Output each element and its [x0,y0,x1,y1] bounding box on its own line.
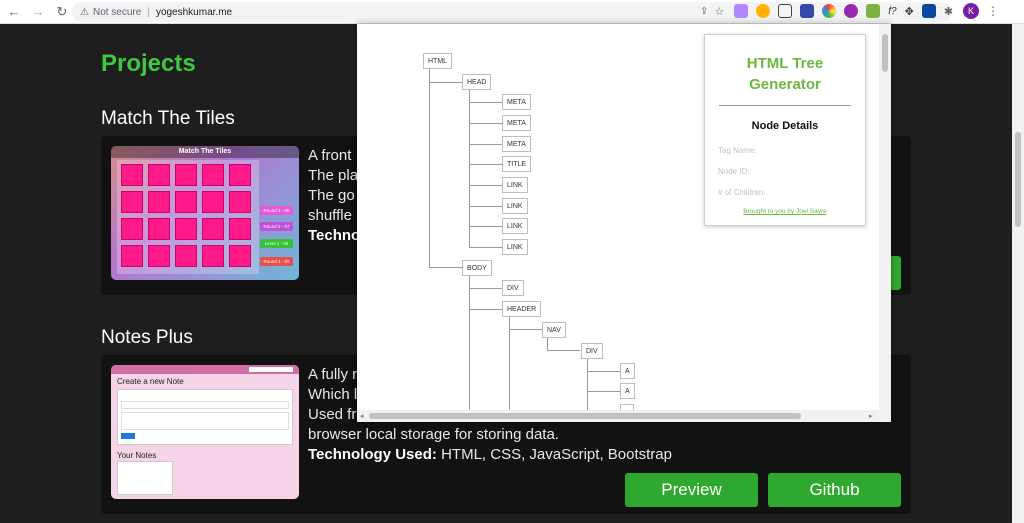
thumbnail-note-card [117,461,173,495]
tile-grid [117,160,259,274]
children-count-field: # of Children: [718,188,766,197]
share-icon[interactable]: ⇪ [700,6,708,17]
tree-node[interactable]: META [502,94,531,110]
extension-icon[interactable] [734,4,749,18]
scroll-left-icon[interactable]: ◂ [360,412,364,420]
page-scrollbar[interactable] [1012,24,1024,523]
tree-node[interactable]: LINK [502,177,528,193]
extension-icon[interactable] [800,4,815,18]
extensions-bar: ⇪ ☆ f? ✥ ✱ K ⋮ [700,3,999,19]
section-title: Projects [101,50,196,77]
puzzle-icon[interactable]: ✱ [944,5,953,18]
extension-icon[interactable] [756,4,771,18]
tree-canvas: HTML HEAD META META META TITLE LINK LINK… [357,24,879,410]
project-thumbnail: Create a new Note Your Notes [111,365,299,499]
node-id-field: Node ID: [718,167,750,176]
panel-title: HTML Tree Generator [746,55,824,93]
preview-button[interactable]: Preview [625,473,758,507]
extension-icon[interactable] [921,4,936,18]
popup-vertical-scrollbar[interactable] [879,24,891,410]
tree-node[interactable]: A [620,383,635,399]
browser-toolbar: ← → ↻ ⚠ Not secure | yogeshkumar.me ⇪ ☆ … [0,0,1024,24]
thumbnail-title: Match The Tiles [111,146,299,158]
address-separator: | [147,6,150,18]
tree-node[interactable]: DIV [502,280,524,296]
tree-node[interactable]: NAV [542,322,566,338]
tree-node[interactable]: DIV [581,343,603,359]
tech-label: Techno [308,227,361,244]
thumbnail-heading: Your Notes [117,451,157,460]
scrollbar-thumb[interactable] [369,413,801,419]
url-text: yogeshkumar.me [155,6,233,18]
profile-avatar[interactable]: K [963,3,980,19]
tree-node[interactable]: HTML [423,53,453,69]
menu-icon[interactable]: ⋮ [987,4,999,18]
tree-node[interactable]: LINK [502,239,528,255]
bookmark-star-icon[interactable]: ☆ [714,5,724,18]
thumbnail-search [249,367,293,372]
tree-generator-popup: HTML HEAD META META META TITLE LINK LINK… [357,24,891,422]
tech-value: HTML, CSS, JavaScript, Bootstrap [436,446,672,463]
tree-node[interactable]: A [620,363,635,379]
screenshot-icon[interactable] [778,4,793,18]
tree-node[interactable]: TITLE [502,156,532,172]
project-thumbnail: Match The Tiles Round 1 - 00 Round 2 - 0… [111,146,299,280]
scroll-right-icon[interactable]: ▸ [869,412,873,420]
mini-score: Level 1 - 05 [260,239,293,248]
move-icon[interactable]: ✥ [905,5,914,18]
tree-node[interactable]: BODY [462,260,492,276]
tree-node[interactable]: META [502,115,531,131]
tree-node[interactable]: HEADER [502,301,542,317]
tree-node[interactable]: LINK [502,198,528,214]
popup-horizontal-scrollbar[interactable]: ◂ ▸ [357,410,891,422]
tree-node[interactable]: META [502,136,531,152]
tree-node[interactable]: LINK [502,218,528,234]
extension-icon[interactable] [844,4,859,18]
security-label: Not secure [92,6,142,18]
scrollbar-thumb[interactable] [882,34,888,72]
back-icon[interactable]: ← [4,2,24,22]
project-title: Notes Plus [101,327,193,348]
color-picker-icon[interactable] [822,4,837,18]
forward-icon[interactable]: → [28,2,48,22]
project-title: Match The Tiles [101,108,235,129]
details-heading: Node Details [751,120,819,132]
mini-score: Round 1 - 00 [260,206,293,215]
warning-icon: ⚠ [80,6,89,18]
extension-icon[interactable] [866,4,881,18]
node-details-panel: HTML Tree Generator Node Details Tag Nam… [704,34,866,226]
scrollbar-thumb[interactable] [1015,132,1021,227]
credit-link[interactable]: Brought to you by Joel Sayre [705,208,865,215]
tech-label: Technology Used: [308,446,437,463]
mini-score: Round 2 - 07 [260,222,293,231]
thumbnail-heading: Create a new Note [117,377,184,386]
divider [719,105,851,106]
font-icon[interactable]: f? [888,6,896,17]
github-button[interactable]: Github [768,473,901,507]
desc-line: browser local storage for storing data. [308,426,559,443]
mini-score: Round 1 - 03 [260,257,293,266]
reload-icon[interactable]: ↻ [52,2,72,22]
tag-name-field: Tag Name: [718,146,757,155]
tree-node[interactable]: HEAD [462,74,492,90]
